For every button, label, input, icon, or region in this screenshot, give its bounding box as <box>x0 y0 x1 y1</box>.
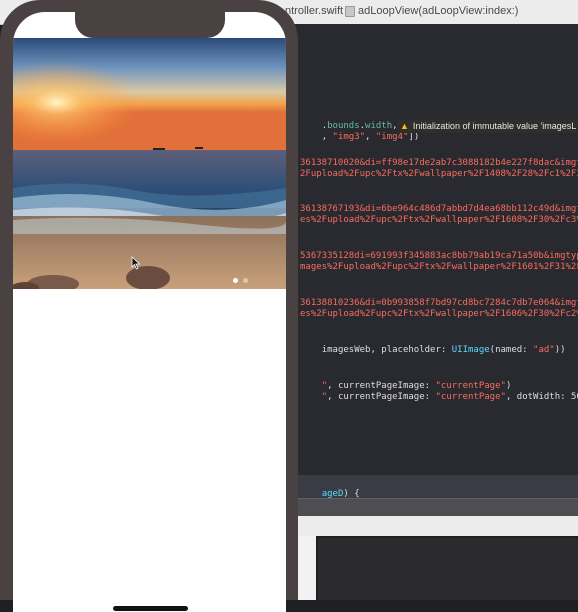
battery-icon <box>256 28 274 37</box>
chevron-right-icon: › <box>329 3 333 17</box>
wifi-icon <box>239 27 252 38</box>
code-editor[interactable]: .bounds.width, height: self.view.bounds.… <box>290 24 578 498</box>
code-line-url: es%2Fupload%2Fupc%2Ftx%2Fwallpaper%2F160… <box>300 215 578 225</box>
debug-area-header <box>290 516 578 536</box>
debug-toolbar[interactable] <box>290 498 578 517</box>
code-line-url: 36138810236&di=0b993858f7bd97cd8bc7284c7… <box>300 298 578 308</box>
code-line-url: 36138710020&di=ff98e17de2ab7c3088182b4e2… <box>300 158 578 168</box>
code-line-url: 2Fupload%2Fupc%2Ftx%2Fwallpaper%2F1408%2… <box>300 169 578 179</box>
status-icons <box>214 27 274 39</box>
status-time: 9:46 <box>35 26 62 41</box>
code-line-url: mages%2Fupload%2Fupc%2Ftx%2Fwallpaper%2F… <box>300 262 578 272</box>
breadcrumb-method[interactable]: adLoopView(adLoopView:index:) <box>358 5 518 17</box>
home-indicator[interactable] <box>113 606 188 611</box>
code-line-pagecontrol: ", currentPageImage: "currentPage", dotW… <box>321 392 578 402</box>
mouse-cursor-icon <box>131 256 141 270</box>
warning-icon: ▲ <box>400 121 409 131</box>
warning-banner[interactable]: ▲ Initialization of immutable value 'imag… <box>398 120 578 133</box>
cellular-signal-icon <box>222 28 236 38</box>
page-dot-current[interactable] <box>233 278 238 283</box>
method-icon <box>345 6 355 17</box>
code-line-url: 5367335128di=691993f345883ac8bb79ab19ca7… <box>300 251 578 261</box>
console-view[interactable] <box>318 538 578 600</box>
device-screen: 9:46 <box>13 12 286 612</box>
breadcrumb-file[interactable]: ntroller.swift <box>285 5 343 17</box>
code-line-highlighted: ageD) { <box>321 489 360 498</box>
code-line-url: es%2Fupload%2Fupc%2Ftx%2Fwallpaper%2F160… <box>300 309 578 319</box>
warning-text: Initialization of immutable value 'image… <box>412 121 577 131</box>
page-dot[interactable] <box>243 278 248 283</box>
simulator-device: 9:46 <box>0 0 298 612</box>
highlighted-code: ) { <box>343 489 360 498</box>
device-notch <box>75 12 225 38</box>
code-line-url: 36138767193&di=6be964c486d7abbd7d4ea68bb… <box>300 204 578 214</box>
banner-image <box>13 38 286 289</box>
code-line-placeholder: imagesWeb, placeholder: UIImage(named: "… <box>321 345 566 355</box>
ad-loop-view[interactable] <box>13 38 286 289</box>
